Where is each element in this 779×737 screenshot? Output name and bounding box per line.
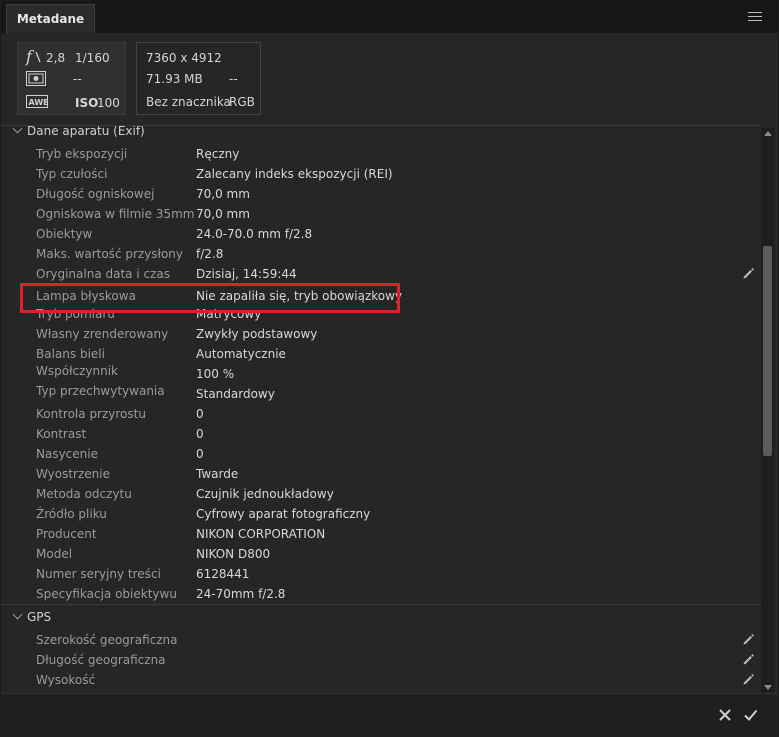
metering-mode-icon (26, 71, 46, 86)
svg-text:f: f (25, 48, 35, 66)
row-label: Specyfikacja obiektywu (36, 587, 177, 601)
section-divider (1, 604, 761, 605)
row-label: Wysokość (36, 673, 96, 687)
row-value[interactable]: Zalecany indeks ekspozycji (REI) (196, 167, 393, 181)
aperture-f-icon: f (25, 48, 41, 66)
row-label: Maks. wartość przysłony (36, 247, 184, 261)
row-label: Współczynnik (36, 364, 118, 378)
shutter-speed-value: 1/160 (75, 51, 110, 65)
row-label: Szerokość geograficzna (36, 633, 178, 647)
row-label: Długość ogniskowej (36, 187, 155, 201)
row-value[interactable]: NIKON D800 (196, 547, 270, 561)
pencil-icon[interactable] (742, 653, 755, 666)
metadata-panel: Metadane f 2,8 1/160 -- AWB ISO 100 7360… (1, 1, 778, 737)
row-label: Typ przechwytywania (36, 384, 165, 398)
row-label: Tryb ekspozycji (36, 147, 128, 161)
row-label: Własny zrenderowany (36, 327, 169, 341)
row-value[interactable]: 70,0 mm (196, 187, 250, 201)
row-value[interactable]: 0 (196, 427, 204, 441)
chevron-down-icon[interactable] (12, 126, 23, 134)
row-label: Kontrast (36, 427, 87, 441)
row-label: Producent (36, 527, 97, 541)
hamburger-menu-icon[interactable] (748, 12, 762, 23)
row-label: Wyostrzenie (36, 467, 110, 481)
row-label: Długość geograficzna (36, 653, 166, 667)
section-gps-title[interactable]: GPS (27, 610, 51, 624)
flash-row-highlight (20, 283, 400, 313)
row-label: Ogniskowa w filmie 35mm (36, 207, 195, 221)
panel-tab-bar: Metadane (1, 1, 778, 33)
row-label: Numer seryjny treści (36, 567, 161, 581)
row-label: Balans bieli (36, 347, 105, 361)
row-value[interactable]: 0 (196, 407, 204, 421)
row-value[interactable]: Cyfrowy aparat fotograficzny (196, 507, 370, 521)
metadata-list: Dane aparatu (Exif) Tryb ekspozycji Ręczn… (1, 126, 761, 692)
row-value[interactable]: Standardowy (196, 387, 275, 401)
section-exif-title[interactable]: Dane aparatu (Exif) (27, 126, 145, 138)
checkmark-icon[interactable] (743, 708, 758, 722)
row-value[interactable]: Ręczny (196, 147, 239, 161)
row-value[interactable]: 24-70mm f/2.8 (196, 587, 285, 601)
iso-label: ISO (75, 96, 99, 110)
row-value[interactable]: Twarde (196, 467, 238, 481)
row-value[interactable]: 6128441 (196, 567, 249, 581)
color-mode: RGB (229, 95, 255, 109)
row-label: Obiektyw (36, 227, 93, 241)
row-label: Typ czułości (36, 167, 108, 181)
panel-footer (1, 693, 778, 737)
row-value[interactable]: f/2.8 (196, 247, 223, 261)
aperture-value: 2,8 (46, 51, 66, 65)
svg-text:AWB: AWB (29, 98, 49, 107)
row-value[interactable]: Czujnik jednoukładowy (196, 487, 334, 501)
row-label: Metoda odczytu (36, 487, 132, 501)
summary-divider (1, 125, 761, 126)
row-label: Kontrola przyrostu (36, 407, 146, 421)
pencil-icon[interactable] (742, 633, 755, 646)
row-value[interactable]: Automatycznie (196, 347, 286, 361)
row-value[interactable]: 24.0-70.0 mm f/2.8 (196, 227, 312, 241)
row-label: Oryginalna data i czas (36, 267, 170, 281)
awb-icon: AWB (26, 95, 48, 108)
metering-value: -- (73, 72, 82, 86)
scroll-up-arrow-icon[interactable] (764, 131, 772, 136)
resolution-value: -- (229, 72, 238, 86)
close-icon[interactable] (718, 708, 732, 722)
scrollbar-thumb[interactable] (763, 246, 772, 456)
row-value[interactable]: Dzisiaj, 14:59:44 (196, 267, 297, 281)
row-value[interactable]: 100 % (196, 367, 234, 381)
iso-value: 100 (97, 96, 120, 110)
row-value[interactable]: Zwykły podstawowy (196, 327, 317, 341)
chevron-down-icon[interactable] (12, 609, 23, 620)
label-value: Bez znacznika (146, 95, 231, 109)
row-value[interactable]: NIKON CORPORATION (196, 527, 325, 541)
row-label: Źródło pliku (36, 507, 107, 521)
pencil-icon[interactable] (742, 267, 755, 280)
tab-metadane[interactable]: Metadane (6, 4, 95, 33)
row-value[interactable]: 70,0 mm (196, 207, 250, 221)
file-size: 71.93 MB (146, 72, 203, 86)
row-value[interactable]: 0 (196, 447, 204, 461)
scroll-down-arrow-icon[interactable] (764, 685, 772, 690)
row-label: Model (36, 547, 73, 561)
image-dimensions: 7360 x 4912 (146, 51, 222, 65)
pencil-icon[interactable] (742, 673, 755, 686)
row-label: Nasycenie (36, 447, 98, 461)
